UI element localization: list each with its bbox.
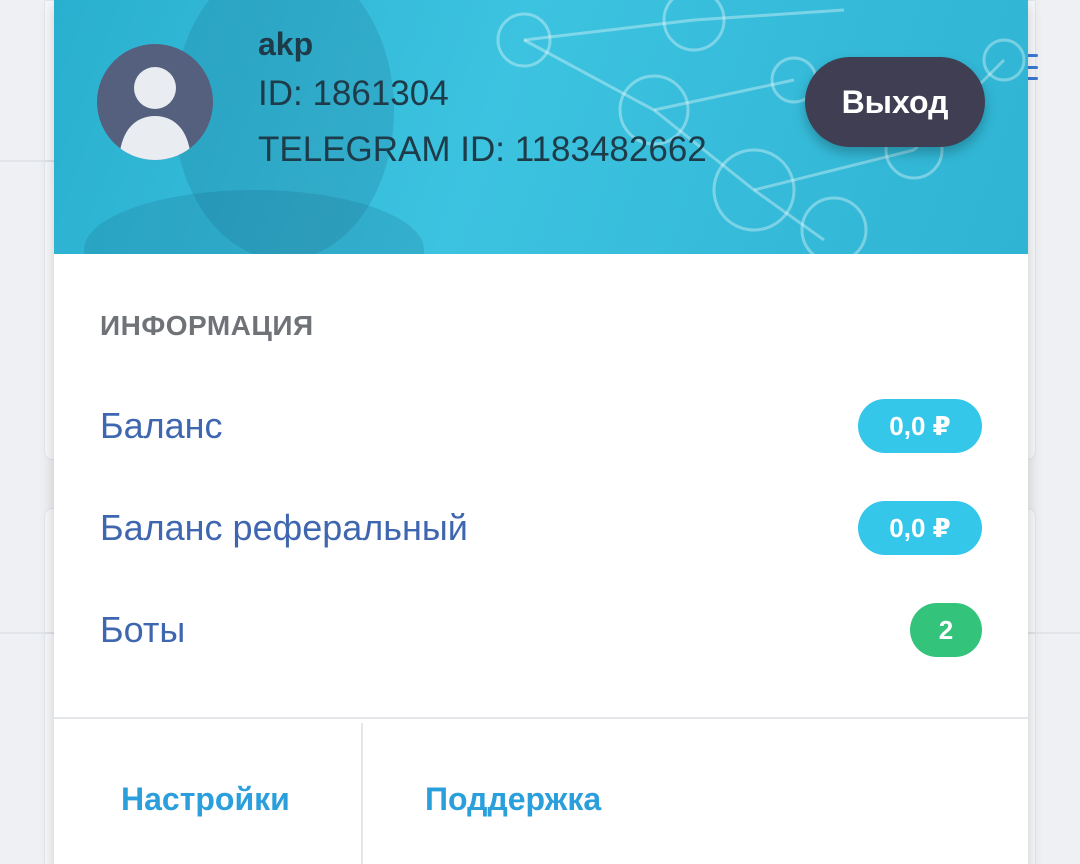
user-info: akp ID: 1861304 TELEGRAM ID: 1183482662: [258, 22, 707, 178]
user-dropdown-panel: akp ID: 1861304 TELEGRAM ID: 1183482662 …: [54, 0, 1028, 864]
profile-header: akp ID: 1861304 TELEGRAM ID: 1183482662 …: [54, 0, 1028, 254]
user-id: ID: 1861304: [258, 74, 449, 113]
user-name: akp: [258, 26, 314, 62]
footer-divider: [361, 723, 363, 864]
background-divider: [1028, 632, 1080, 634]
telegram-id: TELEGRAM ID: 1183482662: [258, 130, 707, 169]
info-row-bots[interactable]: Боты 2: [100, 600, 982, 660]
balance-badge: 0,0 ₽: [858, 399, 982, 453]
info-row-label: Боты: [100, 609, 186, 650]
logout-button[interactable]: Выход: [805, 57, 985, 147]
settings-link[interactable]: Настройки: [121, 781, 290, 818]
info-row-balance[interactable]: Баланс 0,0 ₽: [100, 396, 982, 456]
info-row-label: Баланс реферальный: [100, 507, 468, 548]
panel-footer: Настройки Поддержка: [54, 717, 1028, 864]
referral-balance-badge: 0,0 ₽: [858, 501, 982, 555]
section-title-information: ИНФОРМАЦИЯ: [100, 310, 314, 341]
background-divider: [0, 632, 54, 634]
user-avatar-icon: [119, 67, 191, 160]
bots-count-badge: 2: [910, 603, 982, 657]
avatar: [97, 44, 213, 160]
info-row-label: Баланс: [100, 405, 223, 446]
info-row-referral-balance[interactable]: Баланс реферальный 0,0 ₽: [100, 498, 982, 558]
background-divider: [0, 160, 54, 162]
page: akp ID: 1861304 TELEGRAM ID: 1183482662 …: [0, 0, 1080, 864]
support-link[interactable]: Поддержка: [425, 781, 601, 818]
